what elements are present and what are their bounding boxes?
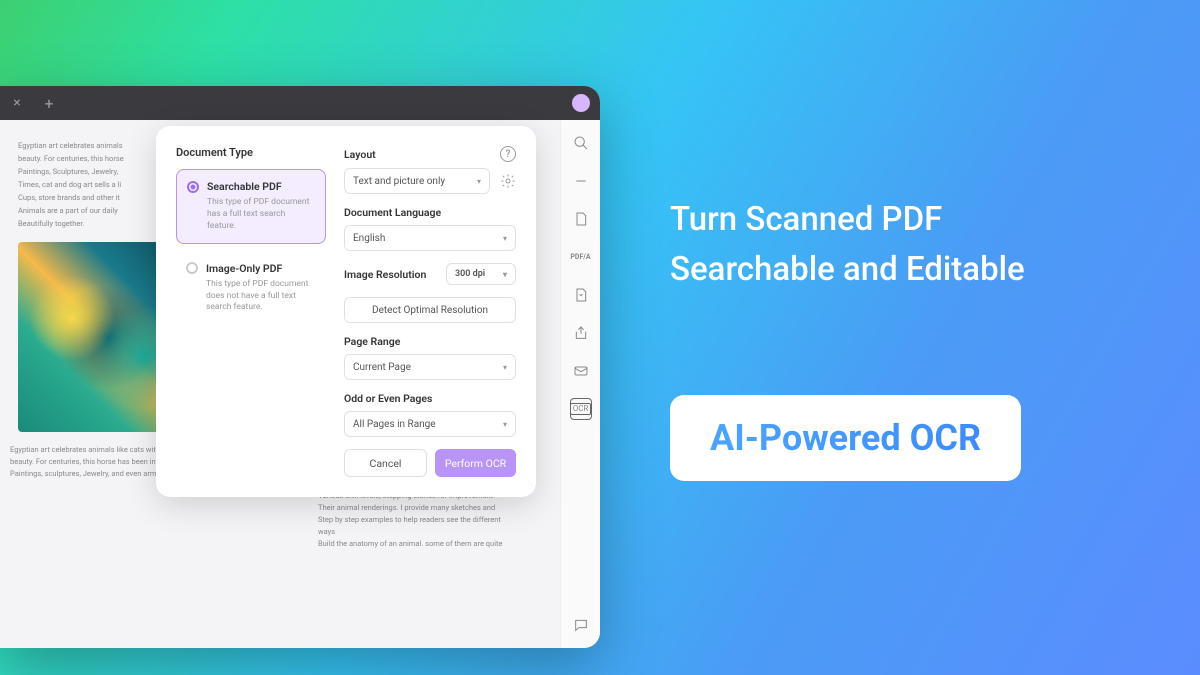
app-window: × + Egyptian art celebrates animals beau… xyxy=(0,86,600,648)
ocr-dialog: Document Type Searchable PDF This type o… xyxy=(156,126,536,497)
resolution-title: Image Resolution xyxy=(344,268,426,281)
image-only-pdf-option[interactable]: Image-Only PDF This type of PDF document… xyxy=(176,252,326,325)
radio-icon xyxy=(187,181,199,193)
select-value: Text and picture only xyxy=(353,176,445,187)
hero-line: Searchable and Editable xyxy=(670,245,1025,295)
hero-badge: AI-Powered OCR xyxy=(670,395,1021,481)
hero-line: Turn Scanned PDF xyxy=(670,195,1025,245)
select-value: 300 dpi xyxy=(455,269,485,279)
titlebar: × + xyxy=(0,86,600,120)
page-range-title: Page Range xyxy=(344,335,400,348)
detect-resolution-button[interactable]: Detect Optimal Resolution xyxy=(344,297,516,323)
pdfa-icon[interactable]: PDF/A xyxy=(570,246,592,268)
language-title: Document Language xyxy=(344,206,441,219)
option-desc: This type of PDF document has a full tex… xyxy=(207,197,315,233)
resolution-select[interactable]: 300 dpi▾ xyxy=(446,263,516,285)
help-icon[interactable]: ? xyxy=(500,146,516,162)
search-icon[interactable] xyxy=(570,132,592,154)
doc-line: Step by step examples to help readers se… xyxy=(318,514,508,538)
doc-line: Build the anatomy of an animal. some of … xyxy=(318,538,508,550)
select-value: Current Page xyxy=(353,362,411,373)
share-icon[interactable] xyxy=(570,322,592,344)
layout-title: Layout xyxy=(344,148,376,161)
layout-select[interactable]: Text and picture only▾ xyxy=(344,168,490,194)
page-range-select[interactable]: Current Page▾ xyxy=(344,354,516,380)
perform-ocr-button[interactable]: Perform OCR xyxy=(435,449,516,477)
odd-even-title: Odd or Even Pages xyxy=(344,392,432,405)
cancel-button[interactable]: Cancel xyxy=(344,449,427,477)
option-label: Searchable PDF xyxy=(207,180,282,193)
option-desc: This type of PDF document does not have … xyxy=(206,279,316,315)
new-tab-icon[interactable]: + xyxy=(42,96,56,110)
select-value: All Pages in Range xyxy=(353,419,436,430)
language-select[interactable]: English▾ xyxy=(344,225,516,251)
gear-icon[interactable] xyxy=(500,173,516,189)
comment-icon[interactable] xyxy=(570,614,592,636)
hero-headline: Turn Scanned PDF Searchable and Editable xyxy=(670,195,1025,294)
ocr-icon[interactable]: OCR xyxy=(570,398,592,420)
odd-even-select[interactable]: All Pages in Range▾ xyxy=(344,411,516,437)
document-icon[interactable] xyxy=(570,208,592,230)
compress-icon[interactable] xyxy=(570,284,592,306)
document-type-title: Document Type xyxy=(176,146,326,159)
right-sidebar: PDF/A OCR xyxy=(560,120,600,648)
mail-icon[interactable] xyxy=(570,360,592,382)
radio-icon xyxy=(186,262,198,274)
searchable-pdf-option[interactable]: Searchable PDF This type of PDF document… xyxy=(176,169,326,244)
select-value: English xyxy=(353,233,385,244)
option-label: Image-Only PDF xyxy=(206,262,282,275)
minus-icon[interactable] xyxy=(570,170,592,192)
close-icon[interactable]: × xyxy=(10,96,24,110)
doc-line: Their animal renderings. I provide many … xyxy=(318,502,508,514)
avatar[interactable] xyxy=(572,94,590,112)
